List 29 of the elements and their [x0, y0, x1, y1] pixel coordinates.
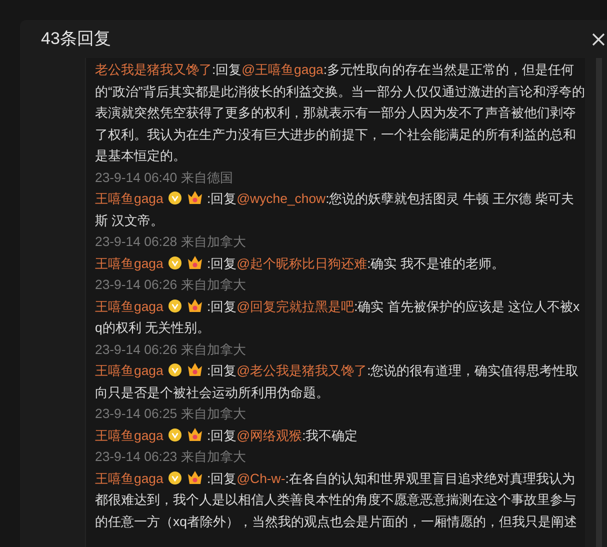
- comment-text: 王嘻鱼gaga :回复@Ch-w-:在各自的认知和世界观里盲目追求绝对真理我认为都很难达到，我个人是以相信人类善良本性的角度不愿意恶意揣测在这个事故里参与的任意一方（xq者除外），当然我的观点也会是片面的，一厢情愿的，但我只是阐述: [95, 468, 578, 531]
- author-link[interactable]: 老公我是猪我又馋了: [95, 62, 212, 77]
- author-link[interactable]: 王嘻鱼gaga: [95, 470, 164, 486]
- comment-text: 王嘻鱼gaga :回复@网络观猴:我不确定: [95, 426, 359, 445]
- comment-text: 王嘻鱼gaga :回复@回复完就拉黑是吧:确实 首先被保护的应该是 这位人不被xq的权利 无关性别。: [95, 296, 581, 337]
- dialog-title: 43条回复: [41, 28, 111, 50]
- close-icon[interactable]: [592, 32, 605, 46]
- author-link[interactable]: 王嘻鱼gaga: [95, 363, 164, 378]
- author-link[interactable]: 王嘻鱼gaga: [95, 298, 164, 314]
- comment-text: 王嘻鱼gaga :回复@老公我是猪我又馋了:您说的很有道理，确实值得思考性取向只是否是个被社会运动所利用伪命题。: [95, 361, 580, 402]
- comment-text: 王嘻鱼gaga :回复@wyche_chow:您说的妖孽就包括图灵 牛顿 王尔德 柴可夫斯 汉文帝。: [95, 189, 576, 230]
- timestamp: 23-9-14 06:25 来自加拿大: [95, 405, 247, 423]
- comment-text: 老公我是猪我又馋了:回复@王嘻鱼gaga:多元性取向的存在当然是正常的，但是任何的“政治”背后其实都是此消彼长的利益交换。当一部分人仅仅通过激进的言论和浮夸的表演就突然凭空获得了更多的权利，那就表示有一部分人因为发不了声音被他们剥夺了权利。我认为在生产力没有巨大进步的前提下，一个社会能满足的所有利益的总和是基本恒定的。: [95, 61, 585, 165]
- timestamp: 23-9-14 06:23 来自加拿大: [95, 448, 247, 466]
- author-link[interactable]: 王嘻鱼gaga: [95, 256, 164, 270]
- mention-link[interactable]: @wyche_chow: [236, 191, 326, 206]
- mention-link[interactable]: @老公我是猪我又馋了: [236, 363, 368, 378]
- mention-link[interactable]: @起个昵称比日狗还难: [236, 256, 368, 270]
- comment-text: 王嘻鱼gaga :回复@起个昵称比日狗还难:确实 我不是谁的老师。: [95, 254, 506, 273]
- mention-link[interactable]: @网络观猴: [236, 428, 302, 442]
- timestamp: 23-9-14 06:40 来自德国: [95, 168, 234, 186]
- author-link[interactable]: 王嘻鱼gaga: [95, 428, 164, 442]
- author-link[interactable]: 王嘻鱼gaga: [95, 191, 164, 206]
- timestamp: 23-9-14 06:28 来自加拿大: [95, 233, 247, 251]
- timestamp: 23-9-14 06:26 来自加拿大: [95, 340, 247, 358]
- timestamp: 23-9-14 06:26 来自加拿大: [95, 276, 247, 294]
- mention-link[interactable]: @回复完就拉黑是吧: [236, 298, 354, 314]
- mention-link[interactable]: @Ch-w-: [236, 470, 286, 486]
- mention-link[interactable]: @王嘻鱼gaga: [242, 62, 324, 77]
